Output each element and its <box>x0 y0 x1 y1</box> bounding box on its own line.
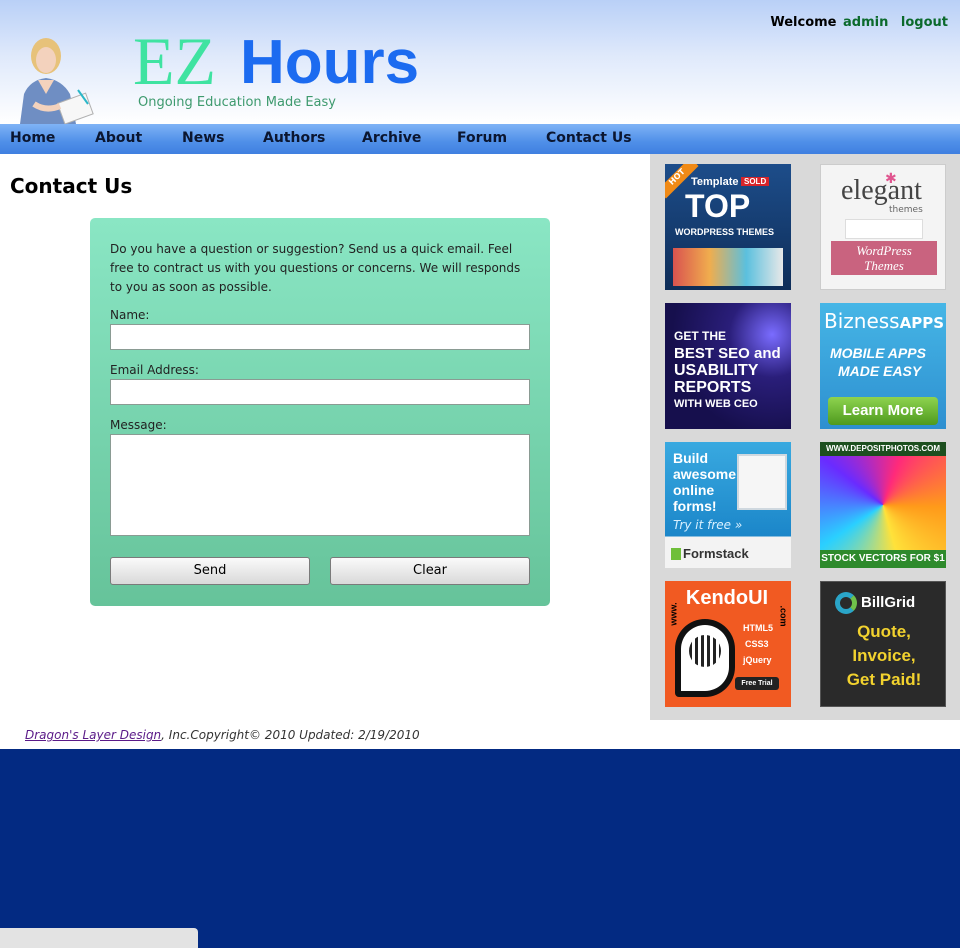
email-label: Email Address: <box>110 363 199 377</box>
logo-ez-text: EZ <box>133 23 217 99</box>
footer-copyright-text: , Inc.Copyright© 2010 Updated: 2/19/2010 <box>161 728 420 742</box>
name-label: Name: <box>110 308 150 322</box>
clear-button[interactable]: Clear <box>330 557 530 585</box>
message-label: Message: <box>110 418 167 432</box>
message-field[interactable] <box>110 434 530 536</box>
logout-link[interactable]: logout <box>901 15 948 30</box>
ad5-line3: online <box>673 482 715 498</box>
nav-forum[interactable]: Forum <box>457 130 507 146</box>
ad-webceo[interactable]: GET THE BEST SEO and USABILITY REPORTS W… <box>665 303 791 429</box>
contact-form: Do you have a question or suggestion? Se… <box>90 218 550 606</box>
ad-kendoui[interactable]: www. KendoUI .com HTML5 CSS3 jQuery Free… <box>665 581 791 707</box>
tagline: Ongoing Education Made Easy <box>138 95 336 110</box>
ad2-ribbon-line1: WordPress <box>856 243 912 258</box>
nav-home[interactable]: Home <box>10 130 55 146</box>
kendo-mask-grill-icon <box>689 635 721 667</box>
ad4-brand2: APPS <box>899 314 945 332</box>
nurse-photo <box>16 32 100 124</box>
ad3-line4: REPORTS <box>674 379 752 396</box>
ad5-brand: Formstack <box>683 546 749 561</box>
ad3-line5: WITH WEB CEO <box>674 398 758 410</box>
ad5-line2: awesome <box>673 466 737 482</box>
footer-designer-link[interactable]: Dragon's Layer Design <box>25 728 161 742</box>
ad2-preview <box>845 219 923 239</box>
ad1-thumbnails <box>673 248 783 286</box>
ad4-line2: MADE EASY <box>838 363 922 379</box>
ad3-line2: BEST SEO and <box>674 345 781 362</box>
ad2-ribbon-line2: Themes <box>864 258 904 273</box>
main-nav: Home About News Authors Archive Forum Co… <box>0 124 960 154</box>
ad4-brand: BiznessAPPS <box>824 309 944 333</box>
logo-hours-text: Hours <box>240 28 420 97</box>
nav-news[interactable]: News <box>182 130 224 146</box>
email-field[interactable] <box>110 379 530 405</box>
ad7-brand: KendoUI <box>685 587 769 609</box>
nav-about[interactable]: About <box>95 130 142 146</box>
ad2-ribbon: WordPress Themes <box>831 241 937 275</box>
nav-archive[interactable]: Archive <box>362 130 421 146</box>
ad-billgrid[interactable]: BillGrid Quote, Invoice, Get Paid! <box>820 581 946 707</box>
ad7-t2: CSS3 <box>745 639 769 649</box>
formstack-logo-icon <box>671 548 681 560</box>
ad8-l3: Get Paid! <box>846 670 922 689</box>
ad1-line3: WORDPRESS THEMES <box>675 227 775 237</box>
ad7-t1: HTML5 <box>743 623 773 633</box>
username-link[interactable]: admin <box>843 15 888 30</box>
ad8-l2: Invoice, <box>852 646 916 665</box>
ad2-sub: themes <box>889 205 923 215</box>
form-intro: Do you have a question or suggestion? Se… <box>110 242 521 294</box>
billgrid-logo-icon <box>835 592 857 614</box>
ad-formstack[interactable]: Build awesome online forms! Try it free … <box>665 442 791 568</box>
ad1-sold: SOLD <box>741 177 770 186</box>
ad6-top: WWW.DEPOSITPHOTOS.COM <box>820 442 946 456</box>
ad5-monitor <box>737 454 787 510</box>
ad-template-top[interactable]: HOT Template SOLD TOP WORDPRESS THEMES <box>665 164 791 290</box>
send-button[interactable]: Send <box>110 557 310 585</box>
ad1-line1: Template <box>691 176 739 188</box>
user-welcome: Welcome admin logout <box>770 15 948 30</box>
ad5-line4: forms! <box>673 498 717 514</box>
ad8-l1: Quote, <box>857 622 911 641</box>
nav-contact-us[interactable]: Contact Us <box>546 130 632 146</box>
ad3-line1: GET THE <box>674 329 727 343</box>
site-footer: Dragon's Layer Design, Inc.Copyright© 20… <box>0 720 960 749</box>
page-title: Contact Us <box>10 174 133 198</box>
sidebar-ads: HOT Template SOLD TOP WORDPRESS THEMES ✱… <box>650 154 960 720</box>
bottom-tab <box>0 928 198 948</box>
ad-elegant-themes[interactable]: ✱ elegant themes WordPress Themes <box>820 164 946 290</box>
ad-depositphotos[interactable]: WWW.DEPOSITPHOTOS.COM STOCK VECTORS FOR … <box>820 442 946 568</box>
ad3-line3: USABILITY <box>674 362 759 379</box>
footer-copyright: Dragon's Layer Design, Inc.Copyright© 20… <box>25 728 420 742</box>
ad4-line1: MOBILE APPS <box>830 345 926 361</box>
ad5-line5: Try it free » <box>673 518 743 532</box>
site-header: EZ Hours Ongoing Education Made Easy Wel… <box>0 0 960 124</box>
kendo-mask-icon <box>675 619 735 697</box>
ad-bizness-apps[interactable]: BiznessAPPS MOBILE APPS MADE EASY Learn … <box>820 303 946 429</box>
ad4-learn-more-button[interactable]: Learn More <box>828 397 938 425</box>
ad8-brand: BillGrid <box>861 594 916 611</box>
nav-authors[interactable]: Authors <box>263 130 325 146</box>
name-field[interactable] <box>110 324 530 350</box>
welcome-label: Welcome <box>770 15 837 30</box>
ad2-brand: elegant <box>841 175 922 206</box>
ad7-url: .com <box>778 605 789 627</box>
ad6-bottom: STOCK VECTORS FOR $1 <box>820 550 946 568</box>
ad4-brand1: Bizness <box>824 309 900 333</box>
ad1-line2: TOP <box>685 188 751 224</box>
ad7-free-trial-button[interactable]: Free Trial <box>735 677 779 690</box>
main-content: Contact Us Do you have a question or sug… <box>0 154 650 720</box>
ad7-t3: jQuery <box>743 655 772 665</box>
ad5-line1: Build <box>673 450 708 466</box>
